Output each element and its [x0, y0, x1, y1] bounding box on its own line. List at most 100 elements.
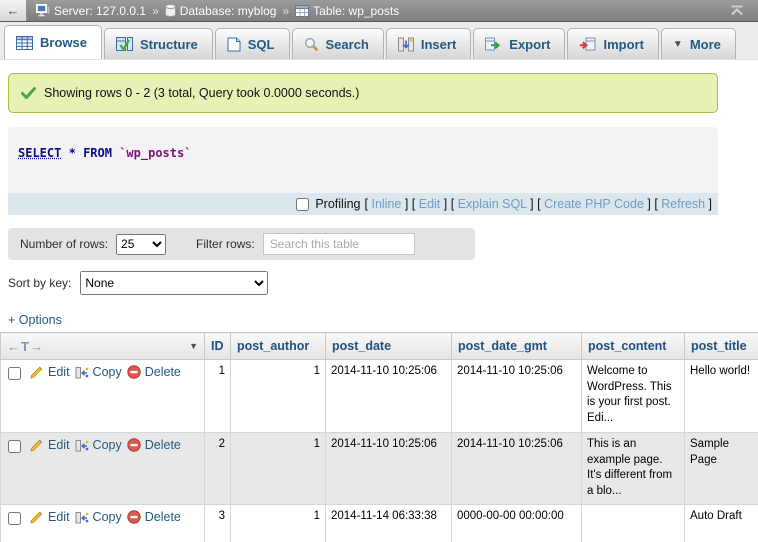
import-icon: [579, 37, 596, 51]
tab-label: Search: [326, 37, 369, 52]
query-toolbar: Profiling [ Inline ] [ Edit ] [ Explain …: [8, 193, 718, 215]
cell-post_date_gmt: 0000-00-00 00:00:00: [452, 505, 582, 542]
row-delete-link[interactable]: Delete: [127, 364, 181, 381]
row-actions-cell: Edit Copy Delete: [1, 505, 205, 542]
row-actions-cell: Edit Copy Delete: [1, 360, 205, 433]
edit-link-label: Edit: [48, 364, 70, 381]
delete-link-label: Delete: [145, 509, 181, 526]
more-caret: ▼: [673, 39, 683, 50]
cell-post_date: 2014-11-10 10:25:06: [326, 360, 452, 433]
column-header-post_content[interactable]: post_content: [582, 333, 685, 360]
row-select-checkbox[interactable]: [8, 440, 21, 453]
tab-import[interactable]: Import: [567, 28, 658, 59]
cell-post_author: 1: [231, 505, 326, 542]
cell-post_author: 1: [231, 360, 326, 433]
actions-header-cell: ←T→ ▼: [1, 333, 205, 360]
pencil-icon: [30, 511, 44, 524]
row-actions-cell: Edit Copy Delete: [1, 433, 205, 505]
cell-post_date_gmt: 2014-11-10 10:25:06: [452, 360, 582, 433]
tab-label: Insert: [421, 37, 456, 52]
nav-panel-collapse-button[interactable]: ←: [0, 0, 27, 21]
browse-icon: [16, 36, 33, 50]
breadcrumb-segment[interactable]: Database: myblog: [165, 4, 277, 18]
row-delete-link[interactable]: Delete: [127, 509, 181, 526]
cell-post_author: 1: [231, 433, 326, 505]
row-select-checkbox[interactable]: [8, 512, 21, 525]
copy-link-label: Copy: [93, 509, 122, 526]
tab-insert[interactable]: Insert: [386, 28, 471, 59]
cell-post_date: 2014-11-14 06:33:38: [326, 505, 452, 542]
success-message: Showing rows 0 - 2 (3 total, Query took …: [8, 73, 718, 113]
column-header-id[interactable]: ID: [205, 333, 231, 360]
row-delete-link[interactable]: Delete: [127, 437, 181, 454]
breadcrumb-separator: »: [281, 4, 290, 18]
column-header-post_date_gmt[interactable]: post_date_gmt: [452, 333, 582, 360]
tab-sql[interactable]: SQL: [215, 28, 290, 59]
cell-post_content: Welcome to WordPress. This is your first…: [582, 360, 685, 433]
breadcrumb-separator: »: [151, 4, 160, 18]
tab-search[interactable]: Search: [292, 28, 384, 59]
delete-link-label: Delete: [145, 364, 181, 381]
insert-icon: [398, 37, 414, 52]
row-edit-link[interactable]: Edit: [30, 437, 70, 454]
filter-rows-label: Filter rows:: [196, 237, 255, 251]
sort-by-key-label: Sort by key:: [8, 276, 71, 290]
phpmyadmin-window: ← Server: 127.0.0.1 » Database: myblog » Tab…: [0, 0, 758, 542]
table-row: EditCopyDelete112014-11-10 10:25:062014-…: [1, 360, 758, 433]
row-copy-link[interactable]: Copy: [75, 509, 122, 526]
sort-by-key-select[interactable]: None: [80, 271, 268, 295]
sql-keyword-select: SELECT: [18, 146, 61, 160]
cell-post_date: 2014-11-10 10:25:06: [326, 433, 452, 505]
column-header-post_author[interactable]: post_author: [231, 333, 326, 360]
query-link-explain-sql[interactable]: Explain SQL: [458, 197, 527, 211]
export-icon: [485, 37, 502, 51]
row-edit-link[interactable]: Edit: [30, 509, 70, 526]
tab-structure[interactable]: Structure: [104, 28, 213, 59]
pencil-icon: [30, 366, 44, 379]
delete-icon: [127, 510, 141, 524]
query-link-create-php-code[interactable]: Create PHP Code: [544, 197, 644, 211]
row-edit-link[interactable]: Edit: [30, 364, 70, 381]
row-select-checkbox[interactable]: [8, 367, 21, 380]
tab-label: Export: [509, 37, 550, 52]
tab-label: More: [690, 37, 721, 52]
cell-post_title: Hello world!: [685, 360, 758, 433]
delete-icon: [127, 365, 141, 379]
table-row: Edit Copy Delete 312014-11-14 06:33:380000-…: [1, 505, 758, 542]
cell-post_title: Sample Page: [685, 433, 758, 505]
breadcrumb: Server: 127.0.0.1 » Database: myblog » Table…: [27, 0, 716, 21]
column-header-post_title[interactable]: post_title: [685, 333, 758, 360]
breadcrumb-bar: ← Server: 127.0.0.1 » Database: myblog » Tab…: [0, 0, 758, 22]
profiling-checkbox[interactable]: [296, 198, 309, 211]
main-content: Showing rows 0 - 2 (3 total, Query took …: [0, 73, 758, 542]
row-copy-link[interactable]: Copy: [75, 364, 122, 381]
tab-browse[interactable]: Browse: [4, 25, 102, 59]
query-link-refresh[interactable]: Refresh: [661, 197, 705, 211]
breadcrumb-segment-label: Table: wp_posts: [313, 4, 399, 18]
tab-label: Import: [603, 37, 643, 52]
delete-link-label: Delete: [145, 437, 181, 454]
sort-row: Sort by key: None: [8, 270, 758, 296]
options-toggle-link[interactable]: + Options: [8, 313, 62, 327]
profiling-label: Profiling: [315, 197, 360, 211]
tab-bar: Browse Structure SQL Search Insert Export Impo…: [0, 22, 758, 60]
table-icon: [295, 5, 309, 17]
query-link-inline[interactable]: Inline: [371, 197, 401, 211]
column-nav-control[interactable]: ←T→: [7, 339, 44, 354]
collapse-top-icon[interactable]: [716, 0, 758, 21]
breadcrumb-segment[interactable]: Server: 127.0.0.1: [36, 4, 146, 18]
cell-id: 3: [205, 505, 231, 542]
row-copy-link[interactable]: Copy: [75, 437, 122, 454]
column-header-post_date[interactable]: post_date: [326, 333, 452, 360]
tab-export[interactable]: Export: [473, 28, 565, 59]
breadcrumb-segment[interactable]: Table: wp_posts: [295, 4, 399, 18]
filter-rows-input[interactable]: [263, 233, 415, 255]
tab-label: Structure: [140, 37, 198, 52]
edit-link-label: Edit: [48, 509, 70, 526]
tab-more[interactable]: ▼ More: [661, 28, 736, 59]
cell-post_date_gmt: 2014-11-10 10:25:06: [452, 433, 582, 505]
query-link-edit[interactable]: Edit: [419, 197, 441, 211]
sql-query-text: SELECT * FROM `wp_posts`: [18, 146, 191, 160]
num-rows-select[interactable]: 25: [116, 234, 166, 255]
actions-dropdown-caret[interactable]: ▼: [189, 341, 198, 351]
